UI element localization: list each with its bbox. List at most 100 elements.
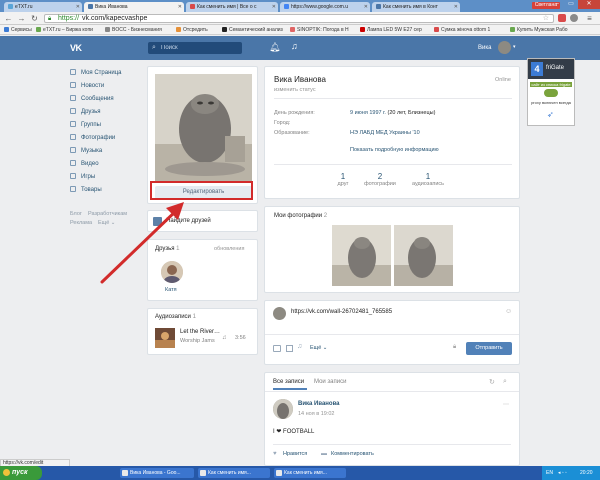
- bookmark-item[interactable]: Сервисы: [4, 27, 32, 33]
- tab-change-name-vk[interactable]: Как сменить имя в Конт ✕: [372, 2, 460, 12]
- camera-icon[interactable]: [273, 345, 281, 352]
- refresh-icon[interactable]: ↻: [489, 378, 495, 386]
- menu-item-news[interactable]: Новости: [70, 82, 104, 90]
- profile-photo[interactable]: [155, 74, 252, 182]
- language-indicator[interactable]: EN: [546, 466, 553, 480]
- tab-my-posts[interactable]: Мои записи: [314, 379, 346, 385]
- education-link[interactable]: НЭ ЛАБД МЕД Украины '10: [350, 130, 420, 136]
- tab-change-name[interactable]: Как сменить имя | Все о с ✕: [186, 2, 278, 12]
- reload-icon[interactable]: ↻: [30, 14, 39, 23]
- friends-updates-link[interactable]: обновления: [214, 246, 244, 252]
- menu-item-market[interactable]: Товары: [70, 186, 102, 194]
- counter-friends[interactable]: 1 друг: [323, 172, 363, 187]
- bookmark-item[interactable]: Сумка жіноча ottom 1: [434, 27, 490, 33]
- extension-icon[interactable]: [558, 14, 566, 22]
- photo-thumb[interactable]: [394, 225, 453, 286]
- bookmark-item[interactable]: Отсредить: [176, 27, 208, 33]
- vk-logo[interactable]: VK: [70, 43, 82, 53]
- menu-item-groups[interactable]: Группы: [70, 121, 101, 129]
- menu-item-messages[interactable]: Сообщения: [70, 95, 114, 103]
- address-bar[interactable]: 🔒︎ https:// vk.com/kapecvashpe ☆: [44, 14, 554, 23]
- extension-icon[interactable]: [570, 14, 578, 22]
- friends-icon: [70, 108, 76, 114]
- bookmark-item[interactable]: SINOPTIK: Погода в Н: [290, 27, 349, 33]
- menu-item-music[interactable]: Музыка: [70, 147, 102, 155]
- bookmark-label: Лампа LED 5W E27 сер: [367, 27, 422, 33]
- track-title[interactable]: Let the River…: [180, 329, 220, 335]
- album-cover[interactable]: [155, 328, 175, 348]
- bookmark-item[interactable]: Семантический анализ: [222, 27, 283, 33]
- tab-vk-profile[interactable]: Вика Иванова ✕: [84, 2, 184, 12]
- track-artist[interactable]: Worship Jams: [180, 338, 215, 344]
- status-edit-link[interactable]: изменить статус: [274, 87, 316, 93]
- menu-item-photos[interactable]: Фотографии: [70, 134, 115, 142]
- bookmark-item[interactable]: eTXT.ru – Биржа копи: [36, 27, 93, 33]
- notifications-bell-icon[interactable]: 🔔︎: [269, 42, 280, 53]
- counter-photos[interactable]: 2 фотографии: [358, 172, 402, 187]
- tab-label: Как сменить имя в Конт: [383, 4, 438, 10]
- close-tab-icon[interactable]: ✕: [76, 2, 80, 12]
- music-player-icon[interactable]: ♫: [291, 41, 298, 51]
- post-menu-icon[interactable]: ⋯: [503, 401, 509, 408]
- composer-more[interactable]: Ещё ⌄: [310, 345, 327, 351]
- post-date[interactable]: 14 ноя в 19:02: [298, 411, 334, 417]
- close-tab-icon[interactable]: ✕: [364, 2, 368, 12]
- video-icon[interactable]: [286, 345, 293, 352]
- tab-etxt[interactable]: eTXT.ru ✕: [4, 2, 82, 12]
- footer-link-blog[interactable]: Блог: [70, 211, 82, 217]
- taskbar-item[interactable]: Как сменить имя...: [198, 468, 270, 478]
- menu-icon[interactable]: ≡: [585, 14, 594, 23]
- minimize-icon[interactable]: –: [550, 0, 564, 9]
- menu-item-friends[interactable]: Друзья: [70, 108, 100, 116]
- bookmark-item[interactable]: BOCC - Бизнесмания: [105, 27, 162, 33]
- taskbar-item[interactable]: Как сменить имя...: [274, 468, 346, 478]
- lock-icon[interactable]: 🔒︎: [453, 344, 456, 351]
- close-tab-icon[interactable]: ✕: [454, 2, 458, 12]
- start-button[interactable]: пуск: [0, 466, 42, 480]
- chevron-down-icon[interactable]: ▾: [513, 44, 516, 50]
- clock[interactable]: 20:20: [580, 466, 593, 480]
- show-more-info-link[interactable]: Показать подробную информацию: [350, 147, 439, 153]
- close-tab-icon[interactable]: ✕: [272, 2, 276, 12]
- search-icon[interactable]: ⌕: [503, 378, 507, 386]
- tab-google[interactable]: https://www.google.com.u ✕: [280, 2, 370, 12]
- menu-item-my-page[interactable]: Моя Страница: [70, 69, 122, 77]
- footer-link-ads[interactable]: Реклама: [70, 220, 92, 226]
- photos-card: Мои фотографии 2: [264, 206, 520, 293]
- bookmark-item[interactable]: Лампа LED 5W E27 сер: [360, 27, 422, 33]
- music-note-icon[interactable]: ♫: [297, 343, 302, 350]
- menu-item-video[interactable]: Видео: [70, 160, 99, 168]
- photos-title[interactable]: Мои фотографии 2: [274, 213, 327, 219]
- back-icon[interactable]: ←: [4, 14, 13, 23]
- emoji-icon[interactable]: ☺: [505, 308, 512, 315]
- menu-item-games[interactable]: Игры: [70, 173, 95, 181]
- send-button[interactable]: Отправить: [466, 342, 512, 355]
- heart-icon[interactable]: ♥: [273, 451, 277, 457]
- windows-taskbar: пуск Вика Иванова - Goo... Как сменить и…: [0, 466, 600, 480]
- close-tab-icon[interactable]: ✕: [178, 2, 182, 12]
- header-user-name[interactable]: Вика: [478, 45, 491, 51]
- taskbar-item[interactable]: Вика Иванова - Goo...: [120, 468, 194, 478]
- tray-icons[interactable]: ◂ ◦ ◦: [558, 466, 567, 480]
- audio-title[interactable]: Аудиозаписи 1: [155, 314, 196, 320]
- frigate-widget[interactable]: 4 friGate сайт из списка frigate proxy в…: [527, 58, 575, 126]
- comment-icon[interactable]: ▬: [321, 451, 327, 457]
- birthday-link[interactable]: 9 июня 1997 г.: [350, 110, 386, 116]
- composer-text[interactable]: https://vk.com/wall-26702481_765585: [291, 309, 392, 315]
- like-button[interactable]: Нравится: [283, 451, 307, 457]
- frigate-toggle[interactable]: [544, 89, 558, 97]
- counter-audio[interactable]: 1 аудиозапись: [406, 172, 450, 187]
- close-window-icon[interactable]: ✕: [578, 0, 600, 9]
- post-author-name[interactable]: Вика Иванова: [298, 401, 340, 407]
- forward-icon[interactable]: →: [17, 14, 26, 23]
- comment-button[interactable]: Комментировать: [331, 451, 374, 457]
- post-author-avatar[interactable]: [273, 399, 293, 419]
- tab-all-posts[interactable]: Все записи: [273, 379, 304, 385]
- search-input[interactable]: [161, 43, 239, 53]
- bookmark-label: BOCC - Бизнесмания: [112, 27, 162, 33]
- photo-thumb[interactable]: [332, 225, 391, 286]
- maximize-icon[interactable]: ▭: [564, 0, 578, 9]
- bookmark-star-icon[interactable]: ☆: [543, 15, 549, 23]
- header-avatar[interactable]: [498, 41, 511, 54]
- bookmark-item[interactable]: Купить Мужская Рабо: [510, 27, 568, 33]
